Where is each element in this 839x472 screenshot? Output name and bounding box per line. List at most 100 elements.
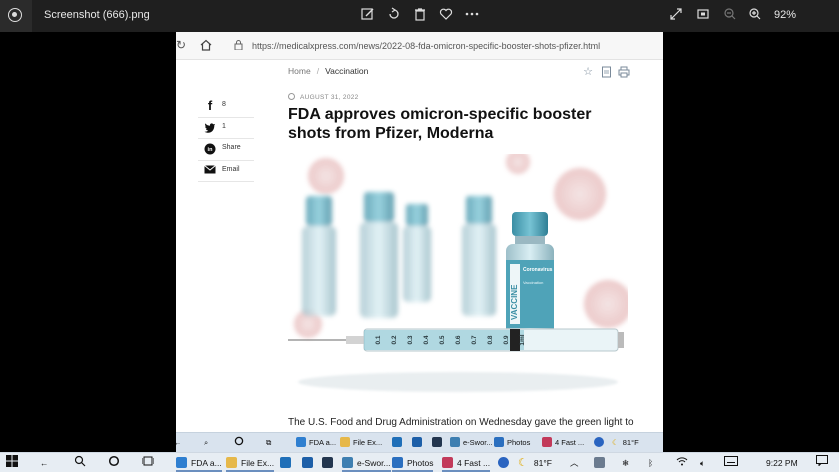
volume-icon[interactable]: 🔈︎	[700, 455, 705, 471]
start-icon[interactable]	[6, 455, 18, 471]
task-esword[interactable]: e-Swor...	[342, 455, 391, 472]
task-photos-label: Photos	[407, 458, 434, 468]
facebook-count: 8	[222, 101, 226, 108]
edit-icon[interactable]	[359, 7, 377, 25]
fit-icon[interactable]	[694, 7, 712, 25]
photos-app-icon	[8, 8, 22, 22]
inner-task-fda[interactable]: FDA a...	[296, 436, 336, 450]
vial-label: VACCINE	[510, 284, 519, 320]
syringe-mark: 0.4	[423, 335, 430, 344]
inner-task-fast[interactable]: 4 Fast ...	[542, 436, 584, 450]
tray-app-icon[interactable]	[594, 455, 609, 471]
syringe-mark: 1ml	[519, 334, 526, 345]
breadcrumb-home[interactable]: Home	[288, 66, 311, 76]
vaccine-vials-illustration: VACCINE Coronavirus COVID-19 Vaccination…	[288, 154, 628, 406]
inner-taskbar: ← ⌕ ⧉ FDA a... File Ex... e-Swor... Phot…	[176, 432, 663, 452]
syringe-mark: 0.9	[503, 335, 510, 344]
tray-chevron-icon[interactable]: ︿	[570, 455, 579, 471]
weather[interactable]: ☾ 81°F	[518, 455, 552, 471]
inner-back-icon[interactable]: ←	[176, 436, 182, 450]
wifi-icon[interactable]	[676, 455, 688, 471]
inner-cortana-icon[interactable]	[234, 436, 244, 450]
inner-store-icon[interactable]	[412, 436, 425, 450]
photos-icon	[392, 457, 403, 468]
inner-task-explorer[interactable]: File Ex...	[340, 436, 382, 450]
email-icon	[204, 164, 216, 177]
folder-icon	[340, 437, 350, 447]
inner-taskview-icon[interactable]: ⧉	[266, 436, 271, 450]
task-photos[interactable]: Photos	[392, 455, 434, 472]
taskbar: ← FDA a... File Ex... e-Swor... Photos 4…	[0, 452, 839, 472]
syringe-mark: 0.6	[455, 335, 462, 344]
viewer-filename: Screenshot (666).png	[44, 9, 150, 21]
search-icon[interactable]	[74, 455, 86, 471]
security-icon[interactable]	[498, 455, 513, 471]
edge-icon	[296, 437, 306, 447]
clock-icon	[288, 93, 295, 100]
syringe-mark: 0.3	[407, 335, 414, 344]
inner-task-photos[interactable]: Photos	[494, 436, 530, 450]
expand-icon[interactable]	[667, 7, 685, 25]
back-icon[interactable]: ←	[40, 455, 49, 471]
inner-mail-icon[interactable]	[392, 436, 405, 450]
lock-icon	[234, 40, 243, 50]
folder-icon	[226, 457, 237, 468]
more-icon[interactable]	[463, 7, 481, 25]
inner-temp: 81°F	[622, 438, 639, 447]
tray-snow-icon[interactable]: ❄	[622, 455, 629, 471]
home-icon[interactable]	[200, 39, 212, 51]
store-icon[interactable]	[302, 455, 317, 471]
article-date: AUGUST 31, 2022	[288, 93, 359, 101]
keyboard-icon[interactable]	[724, 455, 738, 471]
task-explorer-label: File Ex...	[241, 458, 275, 468]
task-fda[interactable]: FDA a...	[176, 455, 222, 472]
clock-time[interactable]: 9:22 PM	[766, 455, 798, 471]
viewer-titlebar: Screenshot (666).png 92%	[0, 0, 839, 32]
inner-security-icon[interactable]	[594, 436, 607, 450]
zoom-out-icon[interactable]	[721, 7, 739, 25]
share-email[interactable]: Email	[198, 161, 254, 182]
task-fda-label: FDA a...	[191, 458, 222, 468]
screenshot-canvas: ↻ https://medicalxpress.com/news/2022-08…	[176, 32, 663, 452]
inner-task-esword[interactable]: e-Swor...	[450, 436, 493, 450]
syringe-mark: 0.7	[471, 335, 478, 344]
print-icon[interactable]	[618, 66, 630, 78]
pdf-icon[interactable]	[600, 66, 612, 78]
delete-icon[interactable]	[411, 7, 429, 25]
syringe-mark: 0.8	[487, 335, 494, 344]
task-fast[interactable]: 4 Fast ...	[442, 455, 491, 472]
inner-task-photos-label: Photos	[507, 438, 531, 447]
bookmark-star-icon[interactable]: ☆	[582, 66, 594, 78]
email-label: Email	[222, 165, 240, 173]
edge-icon	[176, 457, 187, 468]
favorite-icon[interactable]	[437, 7, 455, 25]
share-facebook[interactable]: f 8	[198, 96, 254, 118]
rotate-icon[interactable]	[385, 7, 403, 25]
zoom-in-icon[interactable]	[746, 7, 764, 25]
inner-search-icon[interactable]: ⌕	[204, 436, 208, 450]
twitter-count: 1	[222, 122, 226, 130]
mail-icon[interactable]	[280, 455, 295, 471]
inner-weather[interactable]: ☾ 81°F	[612, 436, 639, 450]
syringe-mark: 0.1	[375, 335, 382, 344]
task-explorer[interactable]: File Ex...	[226, 455, 275, 472]
esword-icon	[450, 437, 460, 447]
notification-icon[interactable]	[816, 455, 828, 471]
taskview-icon[interactable]	[141, 455, 155, 471]
cortana-icon[interactable]	[108, 455, 120, 471]
app-s-icon[interactable]	[322, 455, 337, 471]
inner-task-explorer-label: File Ex...	[353, 438, 383, 447]
app-icon	[442, 457, 453, 468]
share-linkedin[interactable]: in Share	[198, 139, 254, 161]
share-twitter[interactable]: 1	[198, 118, 254, 139]
article-image: VACCINE Coronavirus COVID-19 Vaccination…	[288, 154, 628, 406]
breadcrumb-category[interactable]: Vaccination	[325, 66, 368, 76]
bluetooth-icon[interactable]: ᛒ	[648, 455, 653, 471]
inner-app-icon[interactable]	[432, 436, 445, 450]
syringe-mark: 0.5	[439, 335, 446, 344]
inner-task-esword-label: e-Swor...	[463, 438, 493, 447]
reload-icon[interactable]: ↻	[176, 38, 186, 52]
app-icon	[542, 437, 552, 447]
url-text[interactable]: https://medicalxpress.com/news/2022-08-f…	[252, 41, 600, 51]
article-tools: ☆	[582, 66, 632, 80]
